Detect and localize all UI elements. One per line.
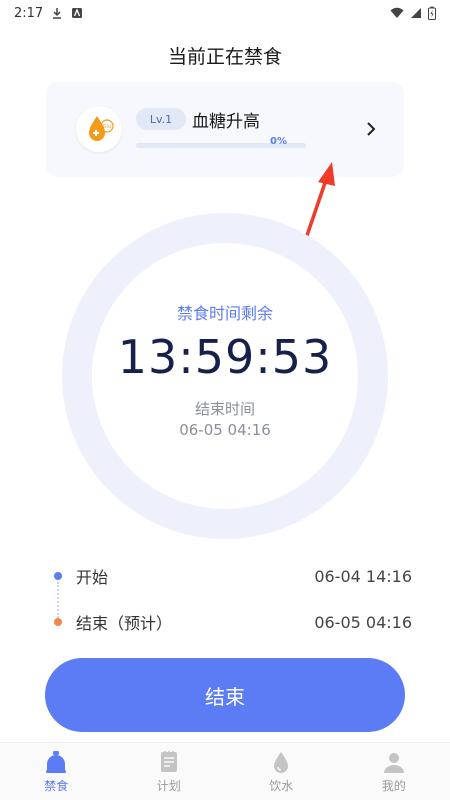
end-label: 结束（预计） <box>76 614 173 633</box>
nav-label-plan: 计划 <box>156 779 181 793</box>
signal-icon <box>411 8 421 18</box>
nav-label-profile: 我的 <box>381 779 406 793</box>
remaining-time: 13:59:53 <box>117 330 333 384</box>
end-time-value: 06-05 04:16 <box>179 421 271 439</box>
level-name: 血糖升高 <box>192 112 260 132</box>
app-notification-icon <box>72 8 83 18</box>
level-avatar: Glu <box>76 106 122 152</box>
end-dot <box>54 618 62 626</box>
level-card[interactable]: Glu Lv.1 血糖升高 0% <box>46 82 404 177</box>
nav-label-fasting: 禁食 <box>44 779 69 793</box>
glucose-drop-icon: Glu <box>89 116 114 141</box>
start-dot <box>54 572 62 580</box>
bottom-nav: 禁食 计划 饮水 我的 <box>0 742 450 800</box>
level-percent: 0% <box>270 136 287 147</box>
nav-item-water[interactable]: 饮水 <box>225 743 338 800</box>
wifi-icon <box>390 7 404 18</box>
remaining-label: 禁食时间剩余 <box>176 304 273 323</box>
status-bar: 2:17 <box>0 0 450 26</box>
nav-item-profile[interactable]: 我的 <box>338 743 450 800</box>
plan-icon <box>160 751 177 772</box>
level-badge: Lv.1 <box>136 108 186 130</box>
status-time: 2:17 <box>14 5 44 21</box>
nav-item-fasting[interactable]: 禁食 <box>0 743 113 800</box>
battery-icon <box>428 6 436 20</box>
timeline-end-row: 结束（预计） 06-05 04:16 <box>54 610 412 634</box>
end-value: 06-05 04:16 <box>314 612 412 632</box>
water-drop-icon <box>274 752 289 773</box>
svg-text:Glu: Glu <box>103 124 111 130</box>
page-title: 当前正在禁食 <box>167 46 282 68</box>
profile-icon <box>383 753 404 773</box>
chevron-right-icon[interactable] <box>364 120 378 138</box>
timeline-start-row: 开始 06-04 14:16 <box>54 564 412 588</box>
end-time-label: 结束时间 <box>194 400 255 418</box>
start-value[interactable]: 06-04 14:16 <box>314 567 412 586</box>
fasting-icon <box>46 751 67 773</box>
nav-item-plan[interactable]: 计划 <box>113 743 226 800</box>
end-fasting-button[interactable]: 结束 <box>45 658 405 732</box>
nav-label-water: 饮水 <box>269 779 294 793</box>
start-label: 开始 <box>76 568 109 587</box>
download-icon <box>53 8 62 19</box>
